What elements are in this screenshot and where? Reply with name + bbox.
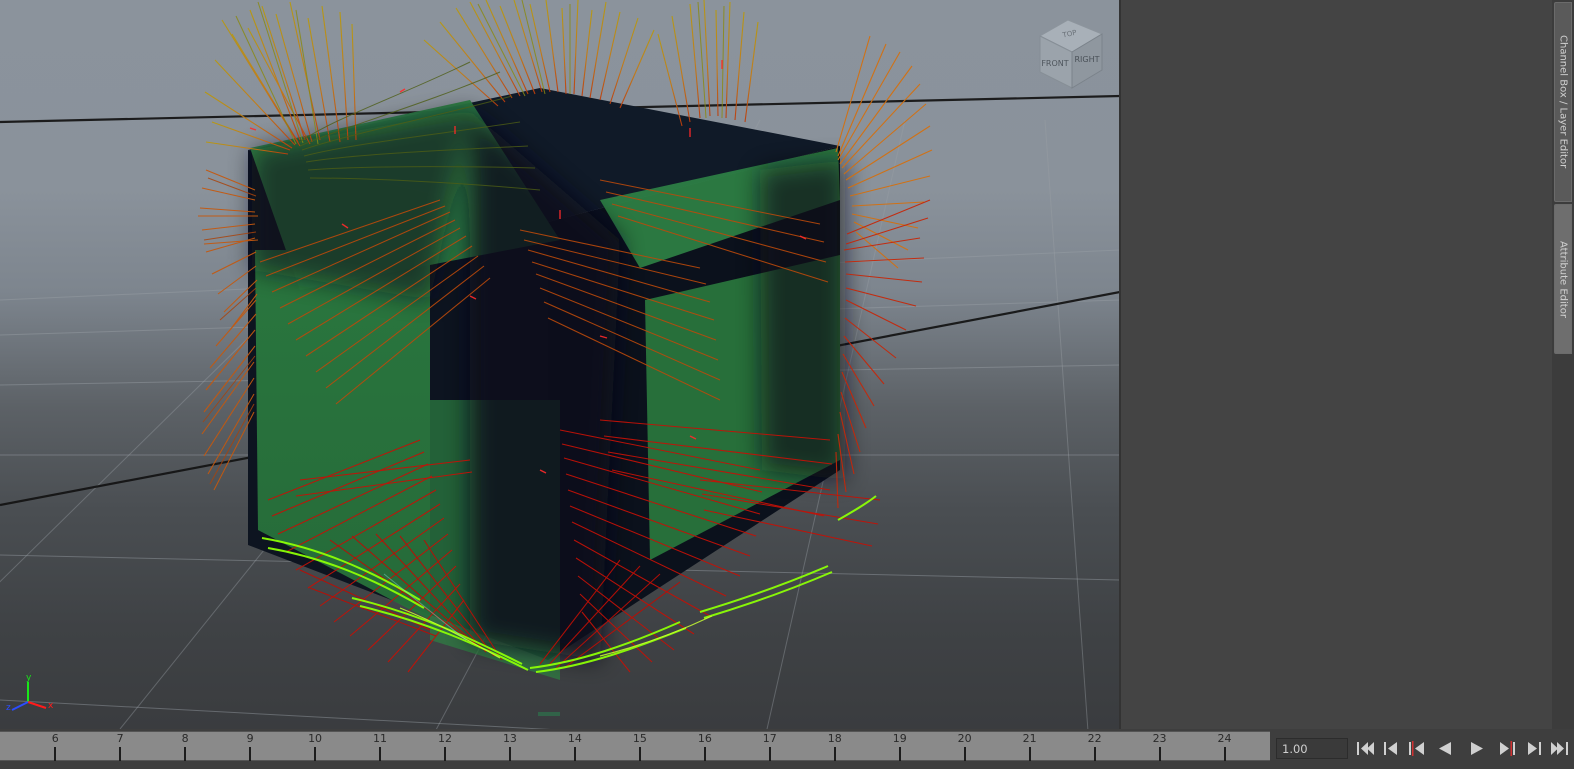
attribute-editor-panel: hairSystem1 hairSystemShape1 pfxHairShap… (1120, 0, 1552, 729)
play-backwards-button[interactable] (1434, 738, 1456, 759)
play-forwards-button[interactable] (1466, 738, 1488, 759)
timeline-tick (833, 747, 836, 761)
timeline-tick (443, 747, 446, 761)
timeline-frame-label: 20 (957, 732, 972, 745)
view-cube[interactable]: TOP FRONT RIGHT (1026, 14, 1112, 96)
viewport-render (0, 0, 1120, 729)
vertical-editor-tabs: Channel Box / Layer Editor Attribute Edi… (1552, 0, 1574, 729)
timeline-tick (1223, 747, 1226, 761)
timeline-frame-label: 15 (632, 732, 647, 745)
timeline-frame-label: 17 (762, 732, 777, 745)
view-cube-right-label: RIGHT (1074, 55, 1099, 64)
timeline-frame-label: 19 (892, 732, 907, 745)
timeline-tick (314, 747, 317, 761)
time-slider[interactable]: 6 7 8 9 10 11 12 13 14 15 16 17 18 19 20 21 22 23 24 (0, 729, 1270, 769)
timeline-frame-label: 8 (181, 732, 189, 745)
timeline-tick (638, 747, 641, 761)
timeline-frame-label: 6 (51, 732, 59, 745)
timeline-frame-label: 24 (1217, 732, 1232, 745)
timeline-tick (184, 747, 187, 761)
timeline-frame-label: 22 (1087, 732, 1102, 745)
timeline-frame-label: 14 (567, 732, 582, 745)
time-slider-ruler[interactable]: 6 7 8 9 10 11 12 13 14 15 16 17 18 19 20 21 22 23 24 (0, 731, 1270, 761)
timeline-tick (54, 747, 57, 761)
step-back-keyframe-button[interactable] (1380, 738, 1402, 759)
timeline-frame-label: 16 (697, 732, 712, 745)
timeline-frame-label: 23 (1152, 732, 1167, 745)
vertical-tab-channel-box[interactable]: Channel Box / Layer Editor (1554, 2, 1572, 202)
timeline-frame-label: 13 (502, 732, 517, 745)
timeline-tick (379, 747, 382, 761)
current-frame-field[interactable]: 1.00 (1276, 738, 1348, 759)
axis-z-label: z (6, 703, 11, 713)
axis-x-label: x (48, 701, 54, 711)
step-forward-frame-button[interactable] (1496, 738, 1518, 759)
timeline-tick (963, 747, 966, 761)
timeline-tick (1093, 747, 1096, 761)
go-to-end-button[interactable] (1550, 738, 1572, 759)
viewport-panel-divider (1119, 0, 1121, 729)
step-forward-keyframe-button[interactable] (1524, 738, 1546, 759)
go-to-start-button[interactable] (1354, 738, 1376, 759)
axis-y-label: y (26, 673, 32, 683)
view-cube-graphic: TOP FRONT RIGHT (1038, 19, 1104, 89)
vertical-tab-attribute-editor[interactable]: Attribute Editor (1554, 204, 1572, 354)
timeline-tick (508, 747, 511, 761)
step-back-frame-button[interactable] (1406, 738, 1428, 759)
timeline-frame-label: 11 (373, 732, 388, 745)
timeline-frame-label: 7 (116, 732, 124, 745)
playback-controls: 1.00 (1270, 729, 1574, 769)
view-cube-front-label: FRONT (1041, 59, 1068, 68)
timeline-tick (249, 747, 252, 761)
timeline-frame-label: 10 (308, 732, 323, 745)
timeline-frame-label: 21 (1022, 732, 1037, 745)
timeline-tick (898, 747, 901, 761)
timeline-frame-label: 12 (437, 732, 452, 745)
timeline-tick (768, 747, 771, 761)
maya-window: TOP FRONT RIGHT y x z hairSystem1 hairSy… (0, 0, 1574, 769)
timeline-frame-label: 18 (827, 732, 842, 745)
3d-viewport[interactable]: TOP FRONT RIGHT y x z (0, 0, 1120, 729)
timeline-tick (703, 747, 706, 761)
timeline-tick (119, 747, 122, 761)
timeline-tick (1028, 747, 1031, 761)
timeline-frame-label: 9 (246, 732, 254, 745)
timeline-tick (1158, 747, 1161, 761)
axis-gizmo: y x z (6, 668, 60, 716)
timeline-tick (573, 747, 576, 761)
